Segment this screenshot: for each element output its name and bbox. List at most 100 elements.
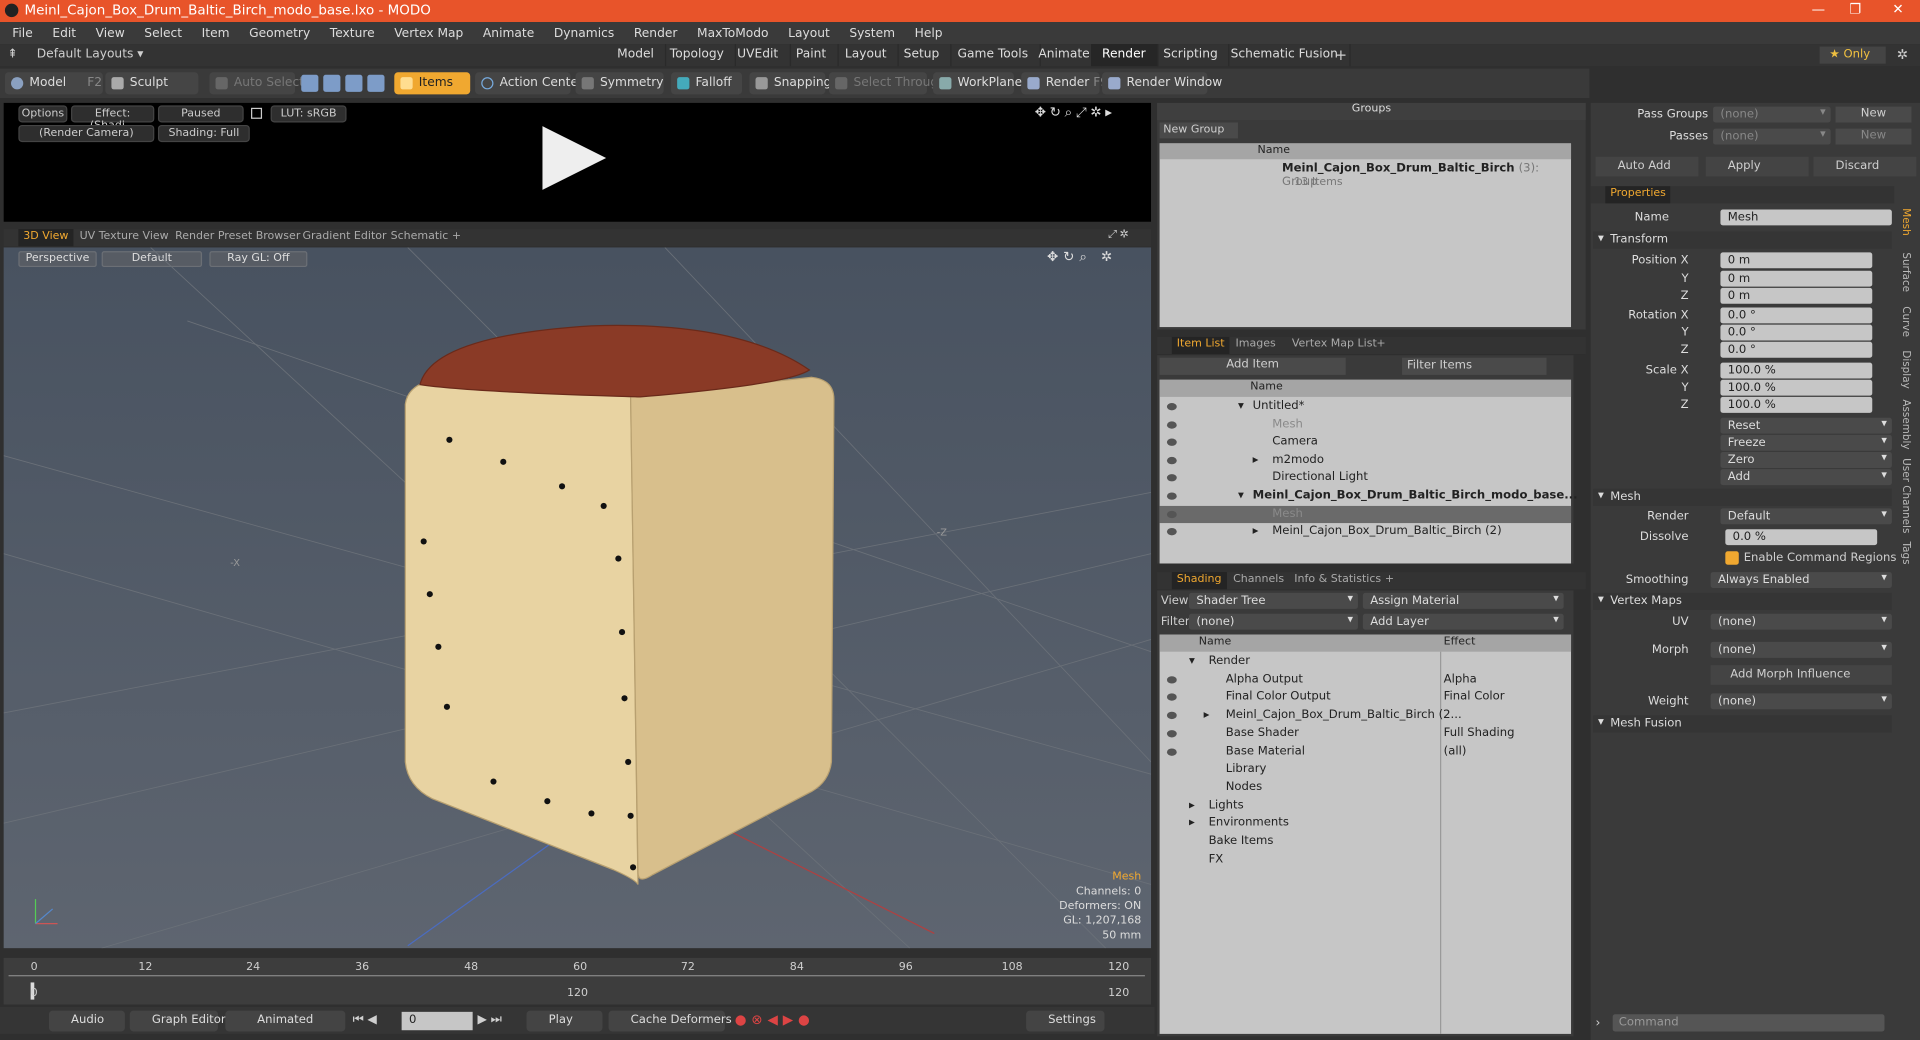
- close-button[interactable]: ✕: [1880, 1, 1917, 21]
- rotation-y-field[interactable]: 0.0 °: [1720, 324, 1873, 341]
- menu-select[interactable]: Select: [144, 26, 182, 39]
- items-mode-button[interactable]: Items: [394, 72, 471, 95]
- visibility-eye-icon[interactable]: [1166, 420, 1177, 429]
- name-field[interactable]: Mesh: [1720, 209, 1892, 226]
- tab-model[interactable]: Model: [606, 44, 667, 67]
- vtab-surface[interactable]: Surface: [1899, 252, 1911, 292]
- visibility-eye-icon[interactable]: [1166, 510, 1177, 518]
- tab-setup[interactable]: Setup: [893, 44, 952, 67]
- item-list-row[interactable]: ▸ m2modo: [1160, 452, 1571, 469]
- weight-dropdown[interactable]: (none): [1710, 693, 1892, 710]
- transport-next-icons[interactable]: ▶⏭: [478, 1013, 506, 1026]
- preview-nav-icons[interactable]: ✥↻⌕⤢✲▸: [1035, 104, 1116, 121]
- reset-dropdown[interactable]: Reset: [1720, 417, 1892, 434]
- tab-game-tools[interactable]: Game Tools: [947, 44, 1041, 67]
- add-layout-icon[interactable]: +: [1335, 47, 1347, 64]
- command-input[interactable]: Command: [1612, 1014, 1885, 1032]
- shader-row[interactable]: FX: [1160, 851, 1571, 868]
- uv-dropdown[interactable]: (none): [1710, 613, 1892, 630]
- visibility-eye-icon[interactable]: [1166, 675, 1177, 684]
- timeline[interactable]: 0 12 24 36 48 60 72 84 96 108 120 0 120 …: [3, 957, 1152, 1005]
- view-expand-icons[interactable]: ⤢✲: [1108, 229, 1131, 241]
- transport-prev-icons[interactable]: ⏮◀: [353, 1013, 381, 1026]
- visibility-eye-icon[interactable]: [1166, 693, 1177, 702]
- vtab-assembly[interactable]: Assembly: [1899, 399, 1911, 449]
- tab-gradient-editor[interactable]: Gradient Editor: [298, 229, 392, 246]
- shader-row[interactable]: Final Color Output Final Color: [1160, 689, 1571, 706]
- materials-mode-icon[interactable]: [367, 74, 385, 92]
- tab-images[interactable]: Images: [1231, 337, 1281, 354]
- vtab-mesh[interactable]: Mesh: [1899, 208, 1911, 235]
- auto-add-button[interactable]: Auto Add: [1595, 156, 1699, 177]
- apply-button[interactable]: Apply: [1705, 156, 1809, 177]
- visibility-eye-icon[interactable]: [1166, 438, 1177, 447]
- menu-render[interactable]: Render: [634, 26, 678, 39]
- render-options-button[interactable]: Options: [18, 105, 68, 123]
- falloff-button[interactable]: Falloff: [671, 72, 743, 95]
- visibility-eye-icon[interactable]: [1166, 474, 1177, 482]
- shader-row[interactable]: ▸ Lights: [1160, 797, 1571, 814]
- tab-vertex-map-list[interactable]: Vertex Map List: [1287, 337, 1382, 354]
- shader-row[interactable]: ▸ Meinl_Cajon_Box_Drum_Baltic_Birch (2..…: [1160, 707, 1571, 724]
- vtab-curve[interactable]: Curve: [1899, 306, 1911, 337]
- audio-button[interactable]: Audio: [48, 1010, 125, 1032]
- workplane-button[interactable]: WorkPlane: [933, 72, 1022, 95]
- dissolve-field[interactable]: 0.0 %: [1725, 529, 1878, 546]
- menu-geometry[interactable]: Geometry: [249, 26, 310, 39]
- visibility-eye-icon[interactable]: [1166, 403, 1177, 411]
- menu-edit[interactable]: Edit: [52, 26, 76, 39]
- snapping-button[interactable]: Snapping: [749, 72, 831, 95]
- tab-schematic[interactable]: Schematic: [386, 229, 454, 246]
- menu-texture[interactable]: Texture: [330, 26, 375, 39]
- freeze-dropdown[interactable]: Freeze: [1720, 434, 1892, 451]
- vertices-mode-icon[interactable]: [301, 74, 319, 92]
- menu-maxtomodo[interactable]: MaxToModo: [697, 26, 769, 39]
- expand-arrow-icon[interactable]: ▸: [1204, 708, 1210, 721]
- vertex-maps-section[interactable]: Vertex Maps: [1593, 592, 1892, 611]
- tab-topology[interactable]: Topology: [659, 44, 737, 67]
- render-window-button[interactable]: Render Window: [1102, 72, 1222, 95]
- add-layer-dropdown[interactable]: Add Layer: [1362, 613, 1564, 630]
- add-shading-tab-icon[interactable]: +: [1380, 572, 1399, 589]
- expand-arrow-icon[interactable]: ▸: [1253, 525, 1259, 538]
- filter-items-input[interactable]: Filter Items: [1402, 357, 1547, 375]
- shader-row[interactable]: ▸ Environments: [1160, 815, 1571, 832]
- tab-3d-view[interactable]: 3D View: [18, 229, 74, 247]
- graph-editor-button[interactable]: Graph Editor: [129, 1010, 226, 1032]
- layout-up-icon[interactable]: ⇞: [7, 48, 17, 61]
- edges-mode-icon[interactable]: [323, 74, 341, 92]
- tab-schematic-fusion[interactable]: Schematic Fusion: [1220, 44, 1351, 67]
- menu-item[interactable]: Item: [202, 26, 230, 39]
- tab-item-list[interactable]: Item List: [1171, 336, 1230, 355]
- visibility-eye-icon[interactable]: [1166, 492, 1177, 500]
- add-view-tab-icon[interactable]: +: [447, 229, 466, 246]
- item-list-row[interactable]: Mesh: [1159, 505, 1572, 523]
- shader-row[interactable]: Nodes: [1160, 779, 1571, 796]
- transform-section[interactable]: Transform: [1593, 231, 1892, 249]
- menu-vertex-map[interactable]: Vertex Map: [394, 26, 463, 39]
- tab-shading[interactable]: Shading: [1171, 572, 1227, 590]
- vtab-tags[interactable]: Tags: [1899, 541, 1911, 564]
- lock-icon[interactable]: [251, 107, 263, 119]
- action-center-button[interactable]: Action Center: [475, 72, 583, 95]
- item-list-row[interactable]: ▾ Untitled*: [1160, 398, 1571, 415]
- vtab-display[interactable]: Display: [1899, 350, 1911, 388]
- shading-dropdown[interactable]: Shading: Full: [157, 124, 250, 143]
- vtab-user-channels[interactable]: User Channels: [1899, 458, 1911, 533]
- paused-button[interactable]: Paused: [157, 105, 244, 123]
- expand-arrow-icon[interactable]: ▾: [1238, 399, 1244, 412]
- expand-arrow-icon[interactable]: ▸: [1189, 798, 1195, 811]
- add-panel-tab-icon[interactable]: +: [1371, 337, 1390, 354]
- shader-row[interactable]: Base Material (all): [1160, 743, 1571, 760]
- shading-filter-dropdown[interactable]: (none): [1188, 613, 1358, 630]
- enable-command-regions-checkbox[interactable]: [1725, 551, 1739, 565]
- play-button[interactable]: Play: [526, 1010, 603, 1032]
- animated-dropdown[interactable]: Animated: [225, 1010, 346, 1032]
- visibility-eye-icon[interactable]: [1166, 747, 1177, 756]
- assign-material-dropdown[interactable]: Assign Material: [1362, 592, 1564, 609]
- item-list-row[interactable]: Camera: [1160, 434, 1571, 451]
- visibility-eye-icon[interactable]: [1166, 456, 1177, 465]
- tab-render[interactable]: Render: [1091, 44, 1158, 67]
- morph-dropdown[interactable]: (none): [1710, 641, 1892, 658]
- smoothing-dropdown[interactable]: Always Enabled: [1710, 572, 1892, 588]
